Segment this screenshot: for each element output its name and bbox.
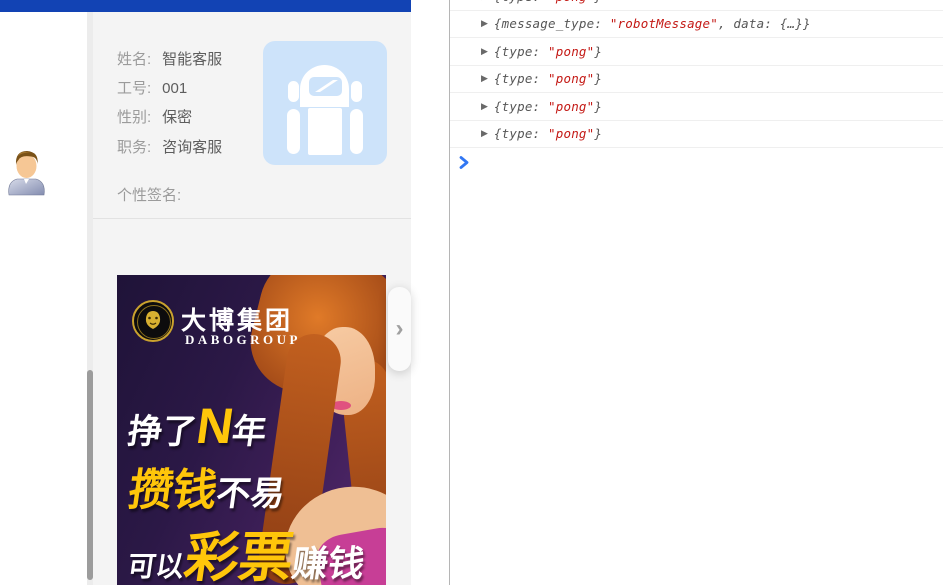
signature-label: 个性签名: bbox=[117, 184, 181, 205]
profile-field-gender: 性别: 保密 bbox=[117, 106, 192, 126]
ad-slogan-line2: 攒钱不易 bbox=[126, 469, 288, 513]
ad-slogan-line1: 挣了N年 bbox=[125, 401, 270, 451]
console-log-row[interactable]: ▶ {type: "pong"} bbox=[450, 93, 943, 121]
profile-field-role: 职务: 咨询客服 bbox=[117, 136, 222, 156]
console-log-row[interactable]: ▶ {type: "pong"} bbox=[450, 121, 943, 149]
page-top-bar bbox=[0, 0, 411, 12]
console-input[interactable] bbox=[450, 148, 943, 176]
console-log-row[interactable]: ▶ {type: "pong"} bbox=[450, 0, 943, 11]
console-log-row[interactable]: ▶ {type: "pong"} bbox=[450, 66, 943, 94]
field-value: 001 bbox=[162, 80, 187, 97]
console-object-preview: {type: "pong"} bbox=[494, 99, 602, 114]
console-prompt-icon bbox=[459, 156, 470, 169]
console-object-preview: {type: "pong"} bbox=[494, 0, 602, 4]
carousel-next-button[interactable]: › bbox=[388, 287, 411, 371]
ad-banner[interactable]: 大博集团 DABOGROUP 挣了N年 攒钱不易 可以彩票赚钱 bbox=[117, 275, 386, 585]
profile-panel: 姓名: 智能客服 工号: 001 性别: 保密 职务: 咨询客服 个性签名: bbox=[93, 12, 411, 585]
console-log-row[interactable]: ▶ {message_type: "robotMessage", data: {… bbox=[450, 11, 943, 39]
field-label: 性别: bbox=[117, 109, 151, 126]
person-avatar-icon[interactable] bbox=[6, 147, 47, 197]
ad-brand-name-en: DABOGROUP bbox=[185, 332, 301, 348]
robot-avatar bbox=[263, 41, 387, 165]
expand-triangle-icon[interactable]: ▶ bbox=[481, 73, 488, 84]
console-object-preview: {type: "pong"} bbox=[494, 126, 602, 141]
expand-triangle-icon[interactable]: ▶ bbox=[481, 18, 488, 29]
field-value: 保密 bbox=[162, 109, 192, 126]
expand-triangle-icon[interactable]: ▶ bbox=[481, 0, 488, 2]
profile-field-name: 姓名: 智能客服 bbox=[117, 48, 222, 68]
console-object-preview: {message_type: "robotMessage", data: {…}… bbox=[494, 16, 811, 31]
console-log-row[interactable]: ▶ {type: "pong"} bbox=[450, 38, 943, 66]
field-value: 智能客服 bbox=[162, 51, 222, 68]
ad-slogan-line3: 可以彩票赚钱 bbox=[125, 531, 369, 585]
console-object-preview: {type: "pong"} bbox=[494, 71, 602, 86]
expand-triangle-icon[interactable]: ▶ bbox=[481, 128, 488, 139]
profile-field-id: 工号: 001 bbox=[117, 77, 187, 97]
devtools-console-panel: ▶ {type: "pong"} ▶ {message_type: "robot… bbox=[449, 0, 943, 585]
robot-icon bbox=[263, 41, 387, 165]
field-label: 职务: bbox=[117, 139, 151, 156]
left-sidebar bbox=[0, 12, 87, 585]
field-value: 咨询客服 bbox=[162, 139, 222, 156]
brand-emblem-icon bbox=[132, 300, 174, 342]
divider bbox=[93, 218, 411, 219]
field-label: 工号: bbox=[117, 80, 151, 97]
expand-triangle-icon[interactable]: ▶ bbox=[481, 101, 488, 112]
expand-triangle-icon[interactable]: ▶ bbox=[481, 46, 488, 57]
field-label: 姓名: bbox=[117, 51, 151, 68]
console-object-preview: {type: "pong"} bbox=[494, 44, 602, 59]
chevron-right-icon: › bbox=[396, 315, 404, 343]
screen: 姓名: 智能客服 工号: 001 性别: 保密 职务: 咨询客服 个性签名: bbox=[0, 0, 943, 585]
